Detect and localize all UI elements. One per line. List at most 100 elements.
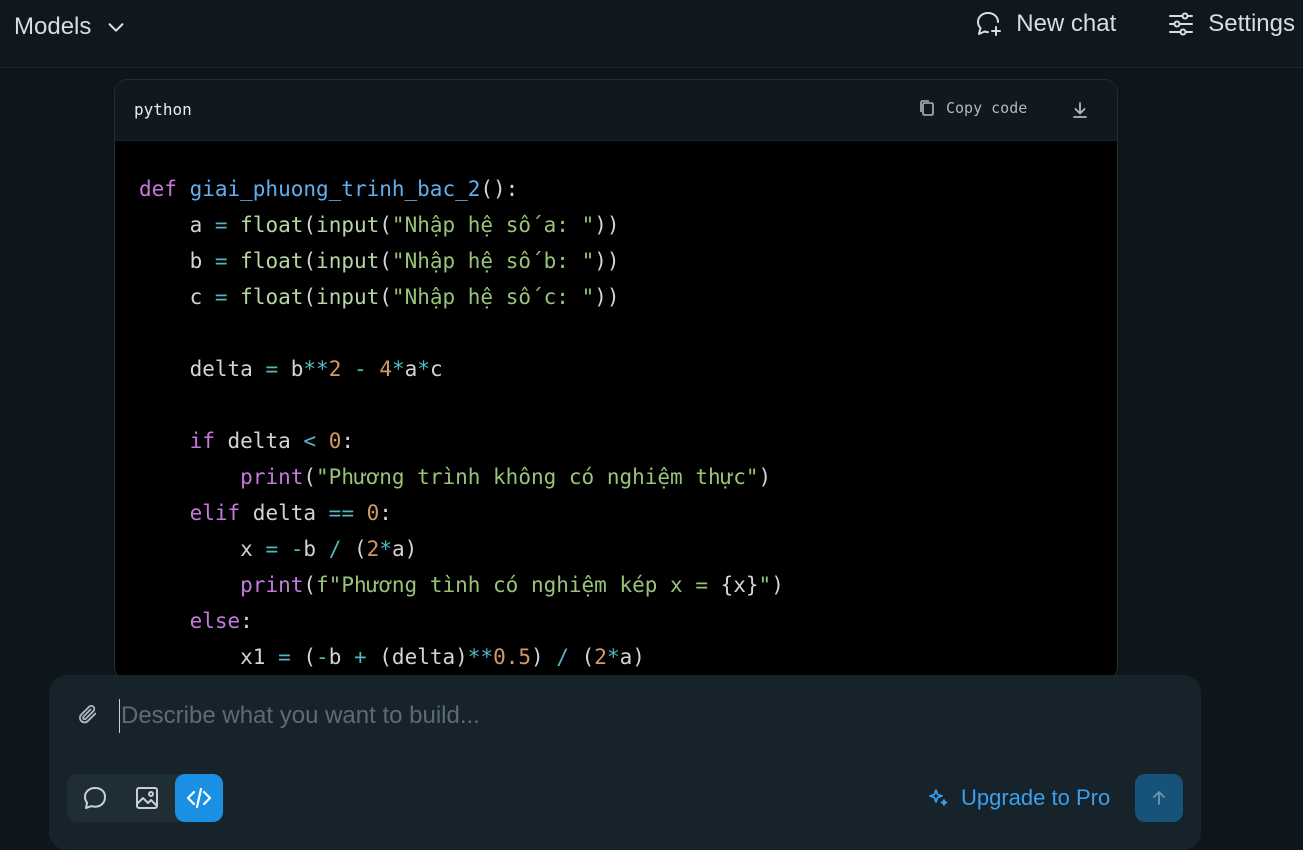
code-line: else: [139, 603, 1117, 639]
code-token: ( [379, 285, 392, 309]
code-token: elif [189, 501, 241, 525]
code-line: if delta < 0: [139, 423, 1117, 459]
code-token: ** [303, 357, 329, 381]
code-token: float [240, 285, 304, 309]
code-token: {x} [720, 573, 759, 597]
code-token: delta [240, 501, 329, 525]
code-line: delta = b**2 - 4*a*c [139, 351, 1117, 387]
code-token: a) [619, 645, 645, 669]
code-token: c [429, 357, 443, 381]
code-token: < [303, 429, 317, 453]
code-token: b [303, 537, 329, 561]
code-token: ( [303, 213, 317, 237]
code-token: : [379, 501, 392, 525]
code-token: 4 [379, 357, 392, 381]
code-token: x1 [139, 645, 279, 669]
code-token: b [278, 357, 304, 381]
code-token: ( [303, 249, 317, 273]
code-token: = [214, 285, 228, 309]
settings-button[interactable]: Settings [1166, 9, 1295, 39]
code-token: ) [758, 465, 772, 489]
mode-selector [67, 774, 223, 822]
code-token: )) [594, 213, 620, 237]
code-token: float [240, 213, 304, 237]
code-token: = [278, 645, 291, 669]
code-token: ( [303, 285, 317, 309]
code-token: : [240, 609, 253, 633]
code-token: : [341, 429, 355, 453]
code-icon [186, 787, 212, 809]
code-block: python Copy code def giai_phuong_trinh_b… [114, 79, 1118, 681]
code-token: input [316, 285, 380, 309]
code-token: x [139, 537, 266, 561]
code-token: ( [303, 465, 317, 489]
code-token: )) [594, 249, 620, 273]
code-token: " [758, 573, 772, 597]
code-token: b [328, 645, 354, 669]
prompt-input[interactable] [119, 699, 1021, 733]
code-token: ) [531, 645, 557, 669]
code-token: / [328, 537, 342, 561]
code-token: 0 [328, 429, 342, 453]
code-token: giai_phuong_trinh_bac_2 [189, 177, 481, 201]
code-token: 0.5 [493, 645, 532, 669]
code-token: delta [214, 429, 304, 453]
download-icon[interactable] [1070, 100, 1090, 120]
code-token: ( [568, 645, 595, 669]
arrow-up-icon [1153, 791, 1165, 805]
code-token: c [139, 285, 215, 309]
top-bar: Models New chat Settings [0, 0, 1303, 68]
code-token: = [214, 249, 228, 273]
code-token: input [316, 249, 380, 273]
code-token: float [240, 249, 304, 273]
code-token: "Nhập hệ số a: " [391, 213, 595, 237]
code-content: def giai_phuong_trinh_bac_2(): a = float… [115, 141, 1117, 675]
code-line: elif delta == 0: [139, 495, 1117, 531]
upgrade-label: Upgrade to Pro [961, 785, 1111, 810]
upgrade-to-pro-button[interactable]: Upgrade to Pro [927, 785, 1110, 811]
chat-bubble-icon [84, 787, 106, 809]
code-token: * [379, 537, 392, 561]
code-token: = [265, 357, 279, 381]
code-token: f"Phương tình có nghiệm kép x = [316, 573, 721, 597]
code-line: print(f"Phương tình có nghiệm kép x = {x… [139, 567, 1117, 603]
code-token: + [353, 645, 367, 669]
send-button[interactable] [1135, 774, 1183, 822]
chat-mode-button[interactable] [71, 774, 119, 822]
code-token: print [240, 573, 304, 597]
code-token: delta [139, 357, 266, 381]
code-token: print [240, 465, 304, 489]
copy-icon [920, 100, 934, 116]
new-chat-button[interactable]: New chat [974, 9, 1116, 39]
code-token: a [404, 357, 418, 381]
code-token: 2 [328, 357, 342, 381]
code-token: "Nhập hệ số b: " [391, 249, 595, 273]
code-token: (): [480, 177, 519, 201]
code-token: = [265, 537, 279, 561]
code-token: if [189, 429, 215, 453]
code-line: a = float(input("Nhập hệ số a: ")) [139, 207, 1117, 243]
code-token: * [391, 357, 405, 381]
copy-code-button[interactable]: Copy code [918, 99, 1027, 117]
code-mode-button[interactable] [175, 774, 223, 822]
code-line: def giai_phuong_trinh_bac_2(): [139, 171, 1117, 207]
code-token: ( [290, 645, 317, 669]
image-icon [136, 787, 158, 809]
code-line: print("Phương trình không có nghiệm thực… [139, 459, 1117, 495]
code-token: - [290, 537, 304, 561]
models-dropdown[interactable]: Models [14, 11, 127, 43]
image-mode-button[interactable] [123, 774, 171, 822]
code-token: = [214, 213, 228, 237]
paperclip-icon[interactable] [77, 703, 99, 725]
